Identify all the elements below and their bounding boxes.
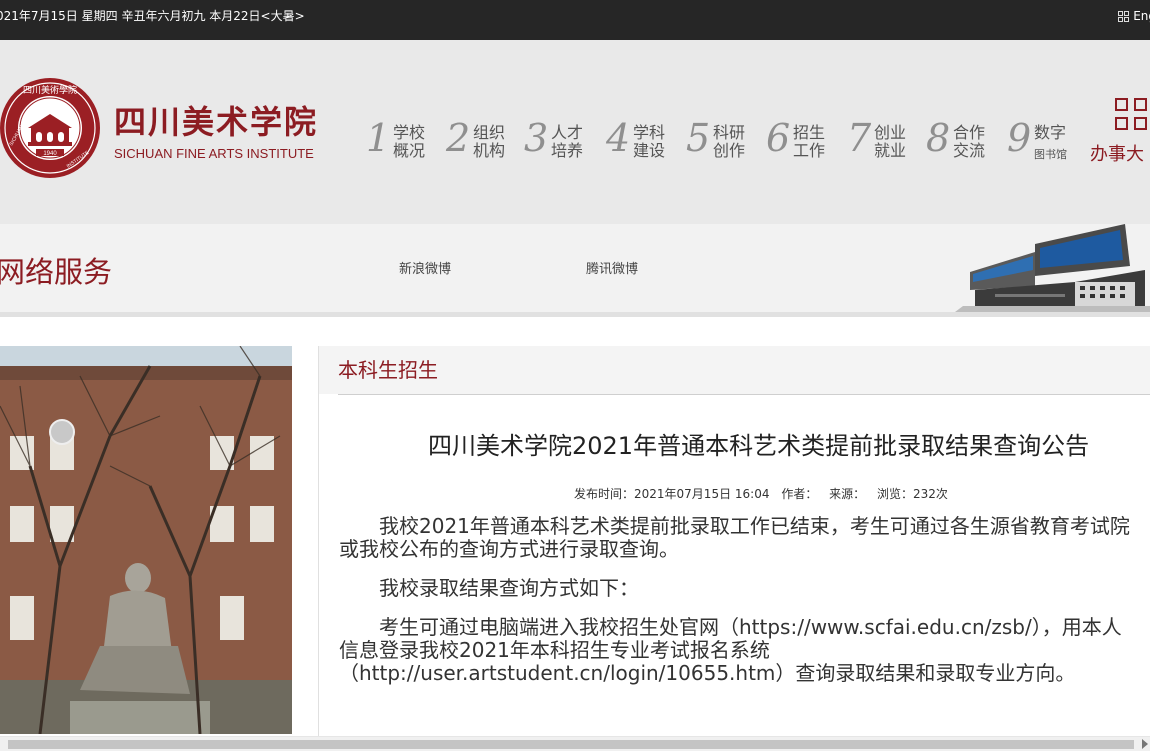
nav-label-line2: 图书馆 [1034, 148, 1067, 161]
nav-number: 6 [766, 116, 791, 160]
scrollbar-thumb[interactable] [8, 740, 1134, 749]
office-hall-label: 办事大 [1090, 144, 1144, 165]
publish-time: 发布时间：2021年07月15日 16:04 [574, 487, 770, 501]
school-seal-logo[interactable]: 1940 四川美術學院 SICHUAN INSTITUTE [0, 76, 102, 180]
scroll-right-arrow-icon[interactable] [1142, 739, 1148, 749]
nav-label-line2: 建设 [633, 141, 666, 160]
top-bar: 021年7月15日 星期四 辛丑年六月初九 本月22日<大暑> Eng [0, 0, 1150, 40]
section-underline [338, 394, 1150, 395]
weibo-tencent-link[interactable]: 腾讯微博 [586, 258, 638, 277]
nav-number: 5 [686, 116, 711, 160]
nav-item-talent-training[interactable]: 3 人才 培养 [524, 116, 600, 166]
nav-label-line2: 创作 [713, 141, 746, 160]
building-image [955, 224, 1150, 312]
nav-label-line2: 就业 [874, 141, 907, 160]
content-divider [318, 346, 319, 736]
article-paragraph: 我校2021年普通本科艺术类提前批录取工作已结束，考生可通过各生源省教育考试院 [339, 514, 1130, 538]
nav-item-digital-library[interactable]: 9 数字 图书馆 [1007, 116, 1083, 166]
nav-number: 4 [606, 116, 631, 160]
nav-number: 8 [926, 116, 951, 160]
nav-item-organization[interactable]: 2 组织 机构 [446, 116, 522, 166]
nav-label-line1: 数字 [1034, 123, 1067, 142]
nav-label-line1: 创业 [874, 123, 907, 142]
school-name-cn[interactable]: 四川美术学院 [114, 97, 318, 143]
campus-statue-photo [0, 346, 292, 734]
weibo-sina-link[interactable]: 新浪微博 [399, 258, 451, 277]
nav-label-line1: 学校 [393, 123, 426, 142]
source: 来源： [829, 487, 866, 501]
nav-number: 2 [446, 116, 471, 160]
nav-label-line1: 招生 [793, 123, 826, 142]
nav-number: 7 [847, 116, 872, 160]
svg-text:四川美術學院: 四川美術學院 [23, 84, 77, 96]
date-text: 021年7月15日 星期四 辛丑年六月初九 本月22日<大暑> [0, 9, 305, 23]
nav-item-cooperation[interactable]: 8 合作 交流 [926, 116, 1002, 166]
article-meta: 发布时间：2021年07月15日 16:04 作者： 来源： 浏览：232次 [574, 485, 956, 502]
author: 作者： [781, 487, 818, 501]
nav-label-line1: 学科 [633, 123, 666, 142]
nav-label-line1: 组织 [473, 123, 506, 142]
nav-label-line2: 培养 [551, 141, 584, 160]
language-label: Eng [1133, 9, 1150, 23]
section-title: 本科生招生 [338, 358, 438, 382]
nav-label-line1: 人才 [551, 123, 584, 142]
article-paragraph: 或我校公布的查询方式进行录取查询。 [339, 537, 679, 561]
nav-item-research[interactable]: 5 科研 创作 [686, 116, 762, 166]
nav-label-line2: 机构 [473, 141, 506, 160]
nav-label-line2: 工作 [793, 141, 826, 160]
nav-item-admissions[interactable]: 6 招生 工作 [766, 116, 842, 166]
nav-number: 3 [524, 116, 549, 160]
school-name-en: SICHUAN FINE ARTS INSTITUTE [114, 146, 314, 161]
article-paragraph: 考生可通过电脑端进入我校招生处官网（https://www.scfai.edu.… [339, 615, 1122, 639]
grid-icon [1118, 10, 1130, 22]
seal-year: 1940 [43, 151, 57, 157]
view-count: 浏览：232次 [877, 487, 948, 501]
section-banner: 网络服务 新浪微博 腾讯微博 [0, 224, 1150, 317]
section-header-bg [319, 346, 1150, 394]
article-paragraph: （http://user.artstudent.cn/login/10655.h… [339, 661, 1076, 685]
nav-label-line1: 合作 [953, 123, 986, 142]
horizontal-scrollbar[interactable] [0, 736, 1150, 751]
grid-icon [1115, 98, 1147, 130]
nav-item-school-overview[interactable]: 1 学校 概况 [366, 116, 442, 166]
nav-number: 1 [366, 116, 391, 160]
banner-title: 网络服务 [0, 255, 113, 289]
language-switch[interactable]: Eng [1118, 0, 1150, 32]
article-paragraph: 信息登录我校2021年本科招生专业考试报名系统 [339, 638, 770, 662]
article-paragraph: 我校录取结果查询方式如下： [339, 576, 639, 600]
nav-label-line1: 科研 [713, 123, 746, 142]
nav-number: 9 [1007, 116, 1032, 160]
nav-label-line2: 交流 [953, 141, 986, 160]
article-title: 四川美术学院2021年普通本科艺术类提前批录取结果查询公告 [428, 432, 1090, 460]
nav-label-line2: 概况 [393, 141, 426, 160]
site-header: 1940 四川美術學院 SICHUAN INSTITUTE 四川美术学院 SIC… [0, 40, 1150, 224]
nav-item-discipline[interactable]: 4 学科 建设 [606, 116, 682, 166]
nav-item-employment[interactable]: 7 创业 就业 [847, 116, 923, 166]
